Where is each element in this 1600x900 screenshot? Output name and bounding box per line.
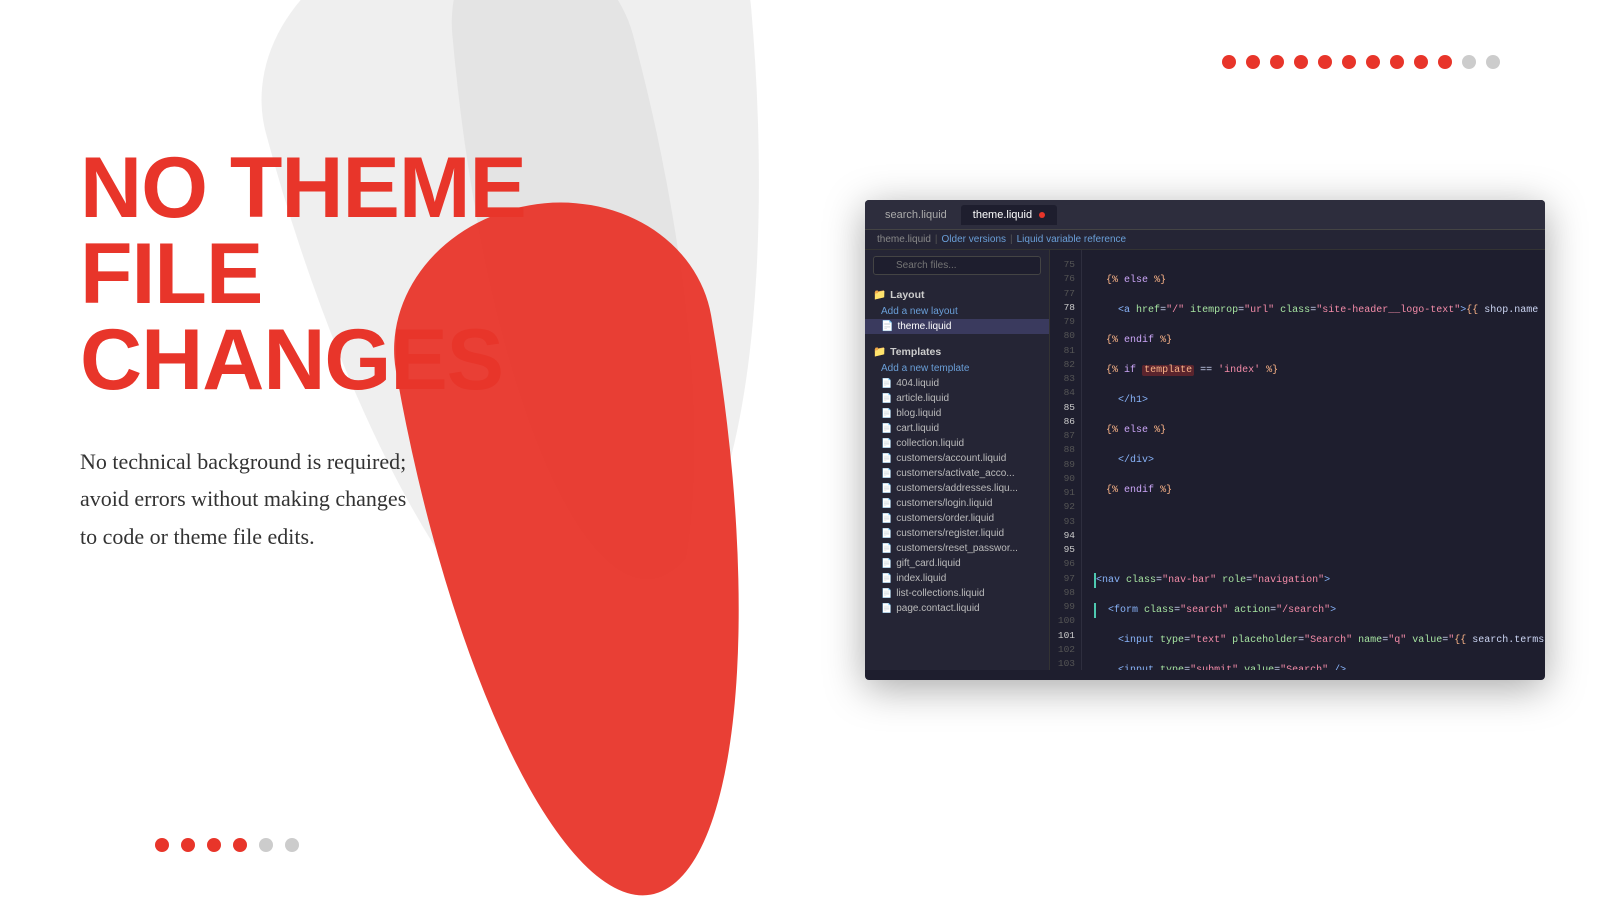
title-line1: NO THEME — [80, 140, 526, 236]
tree-file-index[interactable]: 📄index.liquid — [865, 571, 1049, 586]
code-line-88: <input type="submit" value="Search" /> — [1094, 663, 1545, 670]
layout-section: 📁 Layout Add a new layout 📄 theme.liquid — [865, 281, 1049, 338]
file-tree: 🔍 📁 Layout Add a new layout 📄 theme.liqu… — [865, 250, 1050, 670]
dots-bottom-left — [155, 838, 299, 852]
dot-tr-3 — [1270, 55, 1284, 69]
editor-breadcrumb: theme.liquid | Older versions | Liquid v… — [865, 230, 1545, 250]
add-template-link[interactable]: Add a new template — [865, 361, 1049, 376]
dot-5 — [259, 838, 273, 852]
templates-section: 📁 Templates Add a new template 📄404.liqu… — [865, 338, 1049, 620]
tree-file-theme-liquid[interactable]: 📄 theme.liquid — [865, 319, 1049, 334]
code-line-87: <input type="text" placeholder="Search" … — [1094, 633, 1545, 648]
dot-6 — [285, 838, 299, 852]
tree-file-cust-login[interactable]: 📄customers/login.liquid — [865, 496, 1049, 511]
code-line-78: {% if template == 'index' %} — [1094, 363, 1545, 378]
dot-tr-7 — [1366, 55, 1380, 69]
file-icon-theme: 📄 — [881, 321, 893, 332]
code-line-76: <a href="/" itemprop="url" class="site-h… — [1094, 303, 1545, 318]
file-tree-header: 🔍 — [865, 250, 1049, 281]
code-line-81: </div> — [1094, 453, 1545, 468]
code-line-82: {% endif %} — [1094, 483, 1545, 498]
dot-tr-1 — [1222, 55, 1236, 69]
code-line-86: <form class="search" action="/search"> — [1094, 603, 1545, 618]
search-wrapper: 🔍 — [873, 256, 1041, 275]
code-line-79: </h1> — [1094, 393, 1545, 408]
tab-search-liquid[interactable]: search.liquid — [873, 205, 959, 225]
tree-file-cust-register[interactable]: 📄customers/register.liquid — [865, 526, 1049, 541]
layout-section-title: Layout — [890, 289, 924, 301]
tree-file-cust-addresses[interactable]: 📄customers/addresses.liqu... — [865, 481, 1049, 496]
subtitle-text: No technical background is required; avo… — [80, 443, 640, 555]
code-line-84 — [1094, 543, 1545, 558]
dot-tr-4 — [1294, 55, 1308, 69]
tree-file-404[interactable]: 📄404.liquid — [865, 376, 1049, 391]
modified-indicator — [1039, 212, 1045, 218]
dot-tr-6 — [1342, 55, 1356, 69]
title-line2: FILE CHANGES — [80, 226, 503, 408]
code-editor: search.liquid theme.liquid theme.liquid … — [865, 200, 1545, 680]
dot-tr-12 — [1486, 55, 1500, 69]
search-files-input[interactable] — [873, 256, 1041, 275]
tab-theme-liquid[interactable]: theme.liquid — [961, 205, 1057, 225]
dot-tr-2 — [1246, 55, 1260, 69]
editor-body: 🔍 📁 Layout Add a new layout 📄 theme.liqu… — [865, 250, 1545, 670]
breadcrumb-link-liquid-ref[interactable]: Liquid variable reference — [1017, 234, 1127, 245]
dot-tr-9 — [1414, 55, 1428, 69]
code-line-83 — [1094, 513, 1545, 528]
code-area[interactable]: 75 76 77 78 79 80 81 82 83 84 85 86 87 8… — [1050, 250, 1545, 670]
tree-file-gift-card[interactable]: 📄gift_card.liquid — [865, 556, 1049, 571]
tree-file-collection[interactable]: 📄collection.liquid — [865, 436, 1049, 451]
tree-file-page-contact[interactable]: 📄page.contact.liquid — [865, 601, 1049, 616]
layout-section-header: 📁 Layout — [865, 285, 1049, 304]
dot-tr-5 — [1318, 55, 1332, 69]
file-name-theme-liquid: theme.liquid — [897, 321, 951, 332]
tree-file-blog[interactable]: 📄blog.liquid — [865, 406, 1049, 421]
line-numbers: 75 76 77 78 79 80 81 82 83 84 85 86 87 8… — [1050, 250, 1082, 670]
editor-tab-bar: search.liquid theme.liquid — [865, 200, 1545, 230]
tree-file-list-collections[interactable]: 📄list-collections.liquid — [865, 586, 1049, 601]
left-content: NO THEME FILE CHANGES No technical backg… — [80, 145, 640, 555]
dot-tr-10 — [1438, 55, 1452, 69]
code-line-85: <nav class="nav-bar" role="navigation"> — [1094, 573, 1545, 588]
dot-3 — [207, 838, 221, 852]
code-content: {% else %} <a href="/" itemprop="url" cl… — [1082, 250, 1545, 670]
dot-4 — [233, 838, 247, 852]
tree-file-cust-order[interactable]: 📄customers/order.liquid — [865, 511, 1049, 526]
dots-top-right — [1222, 55, 1500, 69]
code-lines-container: 75 76 77 78 79 80 81 82 83 84 85 86 87 8… — [1050, 250, 1545, 670]
breadcrumb-link-older[interactable]: Older versions — [942, 234, 1006, 245]
dot-1 — [155, 838, 169, 852]
breadcrumb-file: theme.liquid — [877, 234, 931, 245]
code-line-75: {% else %} — [1094, 273, 1545, 288]
code-line-77: {% endif %} — [1094, 333, 1545, 348]
layout-folder-icon: 📁 — [873, 288, 886, 301]
main-title: NO THEME FILE CHANGES — [80, 145, 640, 403]
templates-section-header: 📁 Templates — [865, 342, 1049, 361]
tree-file-cust-activate[interactable]: 📄customers/activate_acco... — [865, 466, 1049, 481]
dot-tr-8 — [1390, 55, 1404, 69]
tree-file-cart[interactable]: 📄cart.liquid — [865, 421, 1049, 436]
add-layout-link[interactable]: Add a new layout — [865, 304, 1049, 319]
tree-file-article[interactable]: 📄article.liquid — [865, 391, 1049, 406]
dot-2 — [181, 838, 195, 852]
dot-tr-11 — [1462, 55, 1476, 69]
templates-section-title: Templates — [890, 346, 941, 358]
tree-file-cust-reset[interactable]: 📄customers/reset_passwor... — [865, 541, 1049, 556]
code-line-80: {% else %} — [1094, 423, 1545, 438]
templates-folder-icon: 📁 — [873, 345, 886, 358]
tree-file-cust-account[interactable]: 📄customers/account.liquid — [865, 451, 1049, 466]
